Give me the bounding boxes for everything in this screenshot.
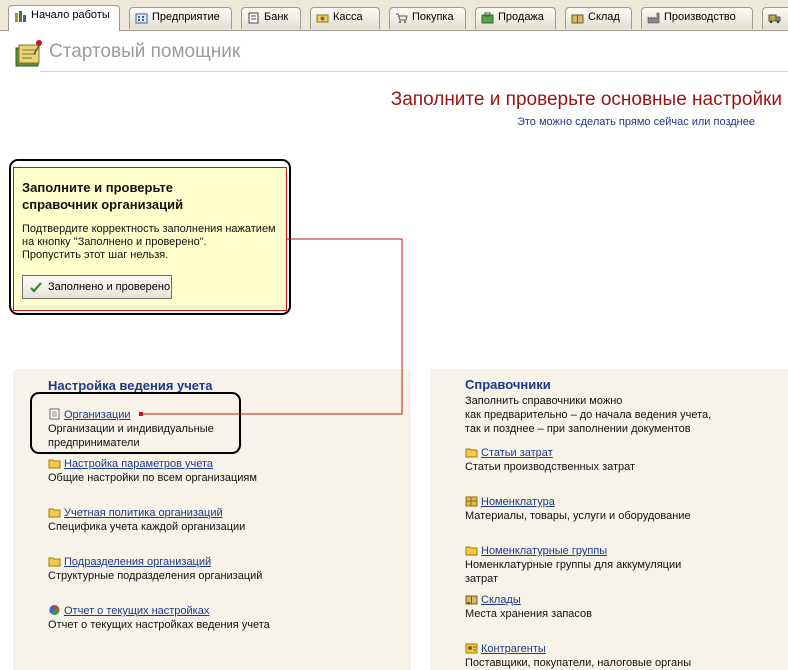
bank-icon	[248, 12, 259, 24]
production-icon	[647, 12, 660, 24]
tab-bank[interactable]: Банк	[241, 7, 301, 29]
tab-cash[interactable]: Касса	[310, 7, 380, 29]
cash-icon	[316, 14, 329, 23]
tab-enterprise[interactable]: Предприятие	[129, 7, 232, 29]
truck-icon	[768, 14, 781, 24]
tab-warehouse[interactable]: Склад	[565, 7, 632, 29]
tab-start[interactable]: Начало работы	[8, 5, 120, 31]
tab-next[interactable]	[762, 7, 788, 29]
tab-bar: Начало работы Предприятие Банк Касса Пок…	[0, 0, 788, 31]
warehouse-icon	[571, 14, 584, 24]
purchase-icon	[396, 13, 408, 23]
tab-sale[interactable]: Продажа	[475, 7, 556, 29]
sale-icon	[481, 12, 494, 24]
hint-connector-line	[139, 238, 403, 416]
start-assistant-page: Стартовый помощник Заполните и проверьте…	[0, 31, 788, 670]
enterprise-icon	[135, 13, 148, 24]
tab-purchase[interactable]: Покупка	[389, 7, 466, 29]
start-icon	[15, 11, 26, 22]
tab-production[interactable]: Производство	[641, 7, 753, 29]
